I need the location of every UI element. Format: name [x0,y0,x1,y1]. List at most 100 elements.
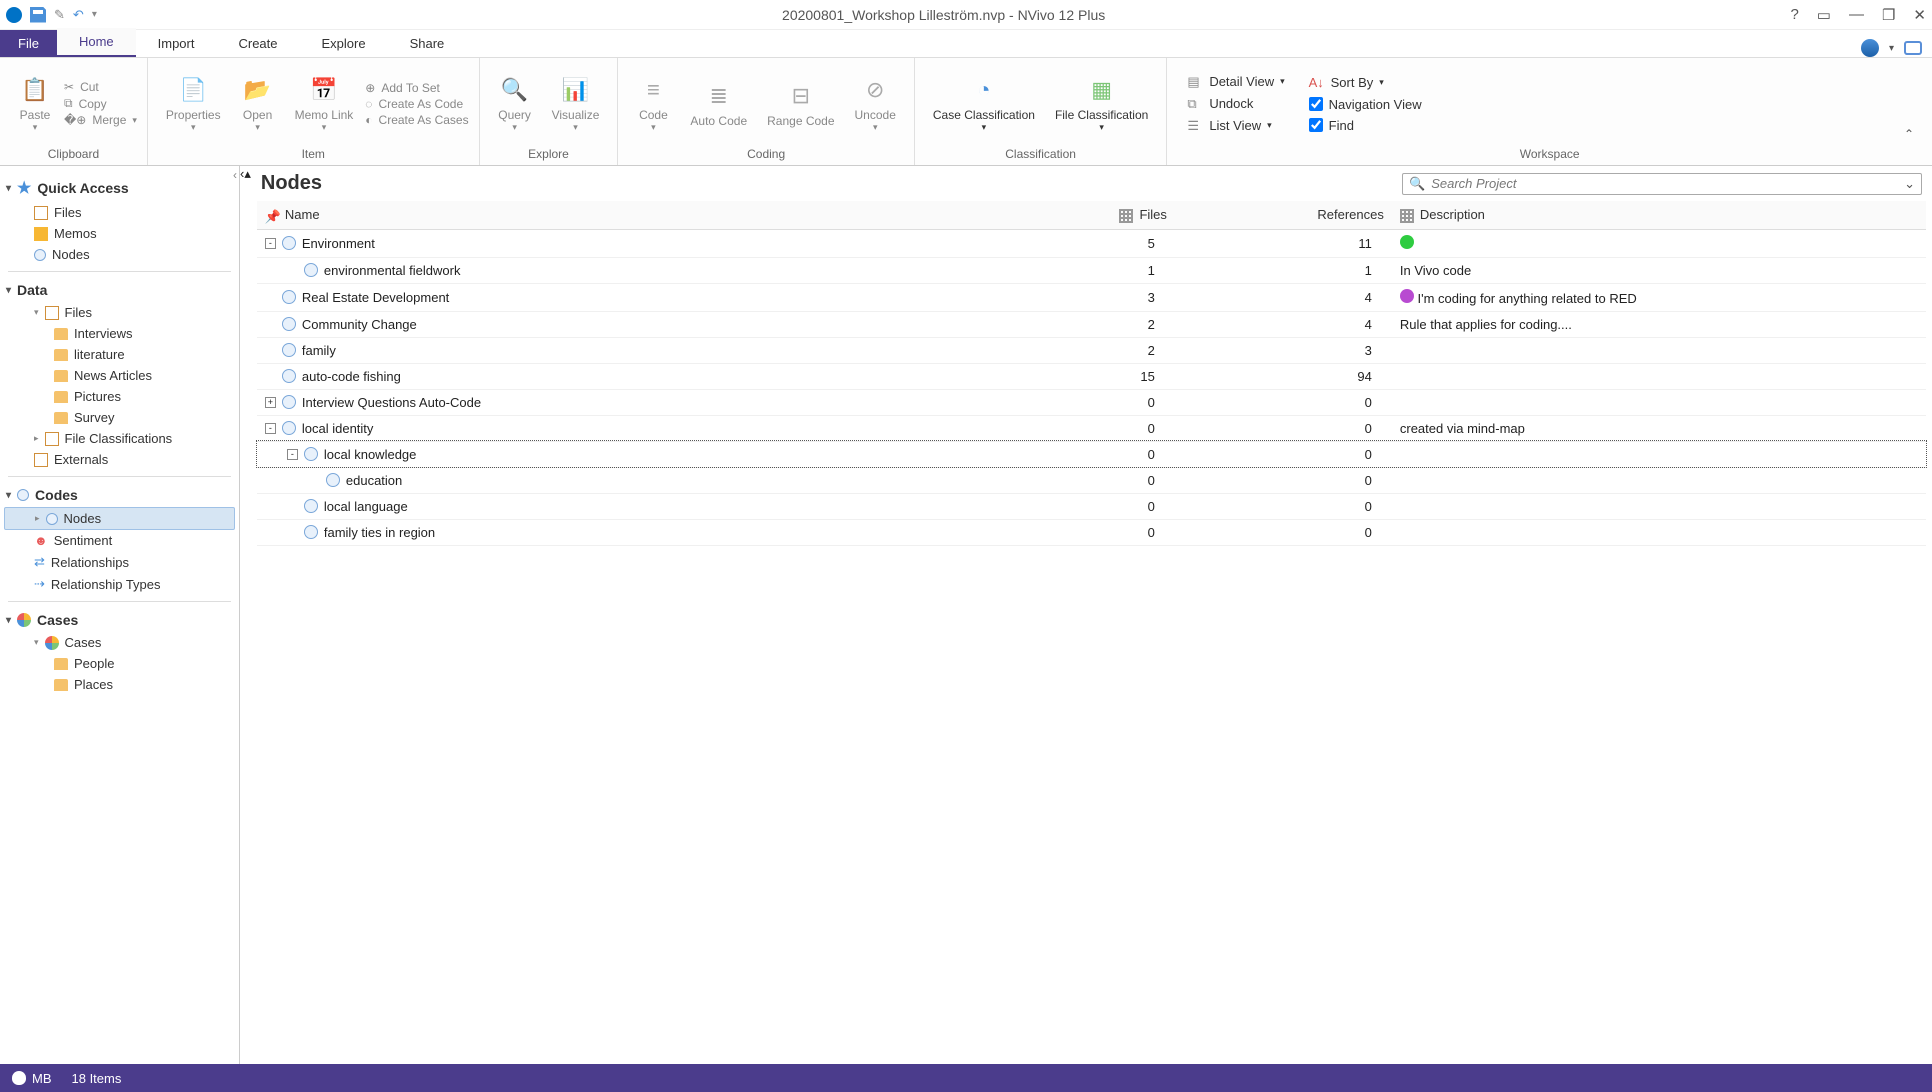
nav-item-pictures[interactable]: Pictures [4,386,235,407]
visualize-button[interactable]: 📊Visualize▾ [544,70,608,137]
splitter[interactable]: ‹▴ [240,166,251,1064]
table-row[interactable]: -Environment511 [257,229,1926,257]
table-row[interactable]: -local knowledge00 [257,441,1926,467]
nav-item-sentiment[interactable]: ☻Sentiment [4,530,235,551]
nav-section-cases[interactable]: ▾Cases [4,608,235,632]
collapse-icon[interactable]: - [287,449,298,460]
list-view-button[interactable]: ☰List View ▾ [1187,118,1284,134]
auto-code-button[interactable]: ≣Auto Code [682,76,755,132]
nav-collapse-icon[interactable]: ‹ [233,168,237,182]
nav-item-news[interactable]: News Articles [4,365,235,386]
sort-by-button[interactable]: A↓Sort By ▾ [1309,75,1422,91]
page-title: Nodes [261,172,322,195]
maximize-icon[interactable]: ❐ [1882,6,1895,24]
minimize-icon[interactable]: — [1849,6,1864,24]
table-row[interactable]: education00 [257,467,1926,493]
table-row[interactable]: family ties in region00 [257,519,1926,545]
file-classification-button[interactable]: ▦File Classification▾ [1047,70,1156,137]
nav-section-codes[interactable]: ▾Codes [4,483,235,507]
range-code-button[interactable]: ⊟Range Code [759,76,842,132]
globe-dropdown-icon[interactable]: ▾ [1889,43,1894,54]
table-row[interactable]: environmental fieldwork11In Vivo code [257,257,1926,283]
nav-item-data-files[interactable]: ▾Files [4,302,235,323]
nav-section-quick-access[interactable]: ▾★Quick Access [4,174,235,202]
nav-item-places[interactable]: Places [4,674,235,695]
nav-item-cases[interactable]: ▾Cases [4,632,235,653]
tab-file[interactable]: File [0,30,57,57]
create-as-code-button[interactable]: ◌Create As Code [365,97,468,111]
nav-item-files[interactable]: Files [4,202,235,223]
table-row[interactable]: Community Change24Rule that applies for … [257,311,1926,337]
tab-import[interactable]: Import [136,30,217,57]
uncode-button[interactable]: ⊘Uncode▾ [847,70,904,137]
col-desc[interactable]: Description [1392,201,1926,229]
nav-item-people[interactable]: People [4,653,235,674]
tab-explore[interactable]: Explore [300,30,388,57]
nav-item-relationships[interactable]: ⇄Relationships [4,551,235,573]
nav-item-codes-nodes[interactable]: ▸Nodes [4,507,235,530]
node-name: Real Estate Development [302,290,449,305]
cell-refs: 3 [1175,337,1392,363]
ribbon-group-coding: ≡Code▾ ≣Auto Code ⊟Range Code ⊘Uncode▾ C… [618,58,914,165]
nav-item-interviews[interactable]: Interviews [4,323,235,344]
col-files[interactable]: Files [958,201,1175,229]
list-view-icon: ☰ [1187,118,1203,134]
table-row[interactable]: +Interview Questions Auto-Code00 [257,389,1926,415]
expand-icon[interactable]: + [265,397,276,408]
cut-button[interactable]: ✂Cut [64,80,137,94]
memo-link-button[interactable]: 📅Memo Link▾ [287,70,362,137]
table-row[interactable]: auto-code fishing1594 [257,363,1926,389]
tab-home[interactable]: Home [57,28,136,57]
nav-item-externals[interactable]: Externals [4,449,235,470]
collapse-icon[interactable]: - [265,423,276,434]
search-dropdown-icon[interactable]: ⌄ [1904,176,1915,192]
paste-button[interactable]: 📋Paste▾ [10,70,60,137]
nav-item-nodes[interactable]: Nodes [4,244,235,265]
navigation-view-checkbox[interactable]: Navigation View [1309,97,1422,112]
add-to-set-button[interactable]: ⊕Add To Set [365,81,468,95]
collapse-icon[interactable]: - [265,238,276,249]
nav-item-survey[interactable]: Survey [4,407,235,428]
undock-button[interactable]: ⧉Undock [1187,96,1284,112]
table-row[interactable]: -local identity00created via mind-map [257,415,1926,441]
open-button[interactable]: 📂Open▾ [233,70,283,137]
code-icon: ◌ [365,97,372,111]
query-button[interactable]: 🔍Query▾ [490,70,540,137]
table-row[interactable]: local language00 [257,493,1926,519]
globe-icon[interactable] [1861,39,1879,57]
collapse-ribbon-icon[interactable]: ⌃ [1896,123,1922,145]
case-classification-button[interactable]: ◔Case Classification▾ [925,70,1043,137]
table-row[interactable]: family23 [257,337,1926,363]
create-as-cases-button[interactable]: ◐Create As Cases [365,113,468,127]
col-name[interactable]: 📌Name [257,201,958,229]
help-icon[interactable]: ? [1790,6,1798,24]
tab-create[interactable]: Create [216,30,299,57]
cell-refs: 0 [1175,519,1392,545]
expander-placeholder [265,345,276,356]
save-icon[interactable] [30,7,46,23]
node-name: local identity [302,421,374,436]
cell-desc: I'm coding for anything related to RED [1392,283,1926,311]
close-icon[interactable]: ✕ [1913,6,1926,24]
merge-button[interactable]: �⊕Merge ▾ [64,113,137,127]
col-refs[interactable]: References [1175,201,1392,229]
feedback-icon[interactable] [1904,41,1922,55]
nav-item-memos[interactable]: Memos [4,223,235,244]
nav-item-file-classifications[interactable]: ▸File Classifications [4,428,235,449]
search-input[interactable]: 🔍 Search Project ⌄ [1402,173,1922,195]
find-checkbox[interactable]: Find [1309,118,1422,133]
properties-button[interactable]: 📄Properties▾ [158,70,229,137]
copy-button[interactable]: ⧉Copy [64,96,137,111]
edit-icon[interactable]: ✎ [54,7,65,23]
cell-refs: 94 [1175,363,1392,389]
detail-view-button[interactable]: ▤Detail View ▾ [1187,74,1284,90]
nav-section-data[interactable]: ▾Data [4,278,235,302]
ribbon-options-icon[interactable]: ▭ [1817,6,1831,24]
nav-item-literature[interactable]: literature [4,344,235,365]
tab-share[interactable]: Share [388,30,467,57]
ribbon-group-explore: 🔍Query▾ 📊Visualize▾ Explore [480,58,619,165]
undo-icon[interactable]: ↶ [73,7,84,23]
code-button[interactable]: ≡Code▾ [628,70,678,137]
nav-item-relationship-types[interactable]: ⇢Relationship Types [4,573,235,595]
table-row[interactable]: Real Estate Development34 I'm coding for… [257,283,1926,311]
